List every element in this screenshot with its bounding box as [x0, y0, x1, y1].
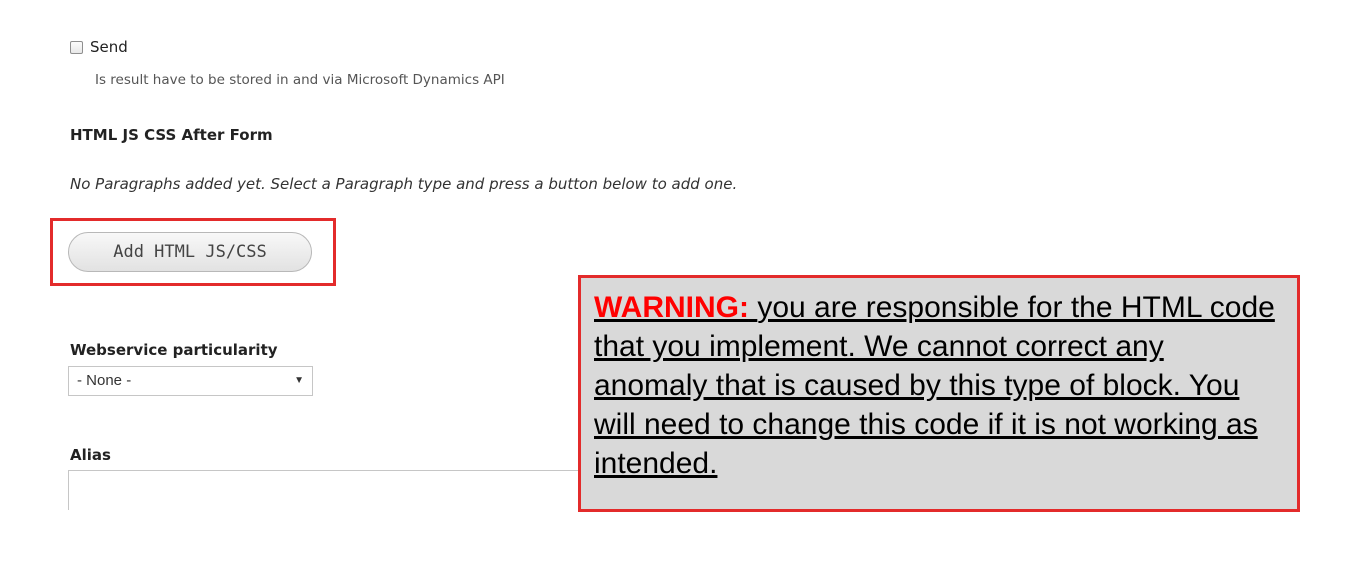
send-checkbox-row[interactable]: Send [70, 38, 128, 56]
no-paragraphs-message: No Paragraphs added yet. Select a Paragr… [70, 175, 738, 193]
alias-input[interactable] [68, 470, 588, 510]
warning-prefix: WARNING: [594, 291, 749, 324]
webservice-particularity-select[interactable]: - None - ▼ [68, 366, 313, 396]
chevron-down-icon: ▼ [294, 375, 304, 386]
send-description: Is result have to be stored in and via M… [95, 72, 505, 88]
webservice-particularity-label: Webservice particularity [70, 341, 278, 359]
send-checkbox-label[interactable]: Send [90, 38, 128, 56]
warning-callout: WARNING: you are responsible for the HTM… [578, 275, 1300, 512]
add-html-js-css-button[interactable]: Add HTML JS/CSS [68, 232, 312, 272]
send-checkbox[interactable] [70, 40, 83, 54]
alias-label: Alias [70, 446, 111, 464]
paragraphs-section-title: HTML JS CSS After Form [70, 126, 273, 144]
webservice-selected-value: - None - [77, 372, 132, 389]
